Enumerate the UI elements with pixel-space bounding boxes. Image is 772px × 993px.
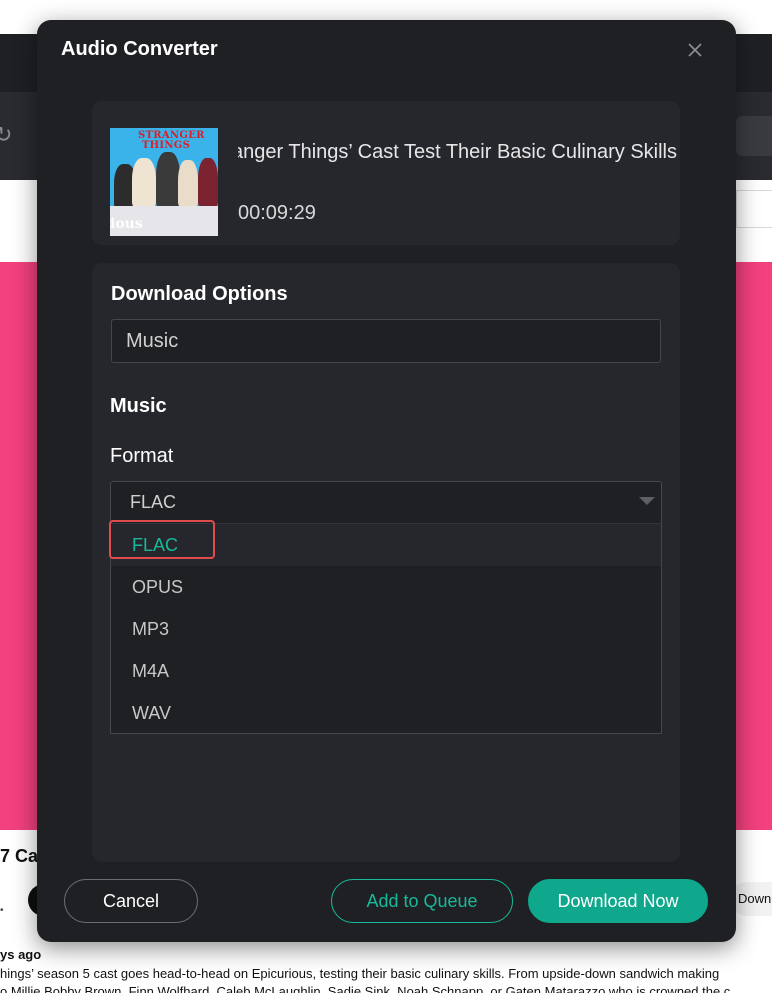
video-duration: 00:09:29 xyxy=(238,202,316,224)
audio-converter-dialog: Audio Converter STRANGER THINGS ious ‘St… xyxy=(37,20,736,942)
posted-date: ys ago xyxy=(0,947,42,962)
music-heading: Music xyxy=(110,395,167,417)
dialog-title: Audio Converter xyxy=(61,38,218,60)
format-option-mp3[interactable]: MP3 xyxy=(111,608,661,650)
format-option-m4a[interactable]: M4A xyxy=(111,650,661,692)
format-option-opus[interactable]: OPUS xyxy=(111,566,661,608)
download-options-heading: Download Options xyxy=(111,283,288,305)
address-bar[interactable] xyxy=(736,116,772,156)
video-page-title: 7 Cas xyxy=(0,846,40,866)
download-now-button[interactable]: Download Now xyxy=(528,879,708,923)
video-card: STRANGER THINGS ious ‘Stranger Things’ C… xyxy=(92,101,680,245)
video-description-line: o Millie Bobby Brown, Finn Wolfhard, Cal… xyxy=(0,984,731,993)
video-thumbnail: STRANGER THINGS ious xyxy=(110,128,218,236)
channel-meta: • xyxy=(0,905,4,916)
cancel-button[interactable]: Cancel xyxy=(64,879,198,923)
format-option-flac[interactable]: FLAC xyxy=(111,524,661,566)
thumbnail-brand-text: ious xyxy=(110,216,143,232)
add-to-queue-button[interactable]: Add to Queue xyxy=(331,879,513,923)
refresh-icon[interactable]: ↻ xyxy=(0,123,18,147)
close-icon[interactable] xyxy=(684,39,706,61)
format-label: Format xyxy=(110,445,174,467)
thumbnail-logo: STRANGER THINGS xyxy=(138,130,205,151)
format-select-value: FLAC xyxy=(130,492,177,512)
download-type-select[interactable]: Music xyxy=(111,319,661,363)
video-description-line: hings’ season 5 cast goes head-to-head o… xyxy=(0,966,720,981)
chevron-down-icon xyxy=(639,497,655,505)
format-option-wav[interactable]: WAV xyxy=(111,692,661,734)
format-select[interactable]: FLAC xyxy=(110,481,662,523)
page-download-button[interactable]: Down xyxy=(730,882,772,916)
search-input[interactable] xyxy=(736,190,772,228)
download-options-panel: Download Options Music Music Format FLAC… xyxy=(92,263,680,862)
format-dropdown-menu: FLAC OPUS MP3 M4A WAV xyxy=(110,523,662,734)
video-title: ‘Stranger Things’ Cast Test Their Basic … xyxy=(238,141,680,163)
